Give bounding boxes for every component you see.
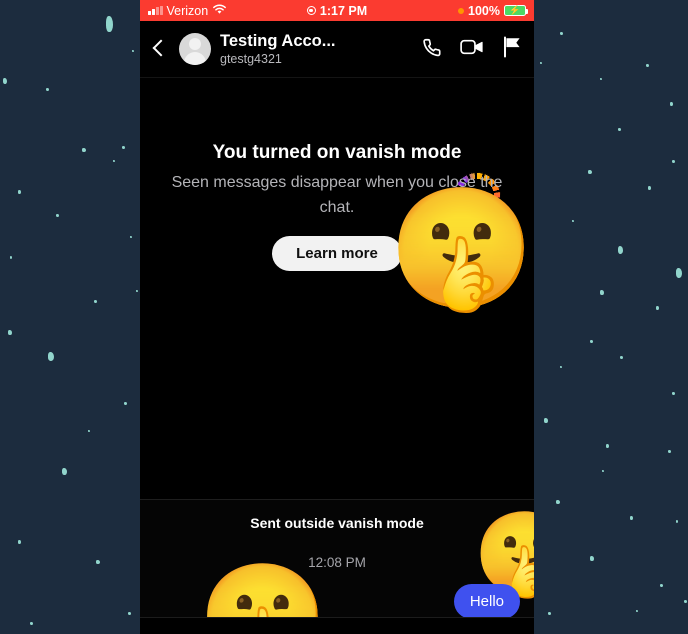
wallpaper-speck [600,78,602,80]
wallpaper-speck [590,340,593,343]
wallpaper-speck [96,560,100,564]
wallpaper-speck [646,64,649,67]
wallpaper-speck [606,444,609,448]
message-bubble-hello[interactable]: Hello [453,584,520,619]
wallpaper-speck [113,160,115,162]
wallpaper-speck [56,214,59,217]
battery-charging-icon: ⚡ [504,5,529,16]
wallpaper-speck [48,352,54,361]
wallpaper-speck [684,600,687,603]
wallpaper-speck [10,256,12,259]
wallpaper-speck [132,50,134,52]
wallpaper-speck [136,290,138,292]
avatar[interactable] [179,33,211,65]
vanish-mode-title: You turned on vanish mode [212,142,462,163]
wallpaper-speck [676,520,678,523]
wallpaper-speck [602,470,604,472]
contact-title: Testing Acco... [220,31,336,50]
contact-username: gtestg4321 [220,51,282,66]
wallpaper-speck [630,516,633,520]
wallpaper-speck [544,418,548,423]
chat-header: Testing Acco... gtestg4321 [140,21,534,78]
status-bar-right: 100% ⚡ [458,3,529,18]
location-services-icon [306,6,316,15]
recording-dot-icon [458,7,465,14]
wallpaper-speck [618,128,621,131]
wallpaper-speck [18,540,21,544]
wallpaper-speck [8,330,12,335]
sent-outside-section: Sent outside vanish mode 12:08 PM 🤫 🤫 He… [140,499,534,634]
wallpaper-speck [88,430,90,432]
wallpaper-speck [556,500,560,504]
wallpaper-speck [670,102,673,106]
wallpaper-speck [672,160,675,163]
video-call-icon[interactable] [460,36,484,63]
wallpaper-speck [560,32,563,35]
wallpaper-speck [560,366,562,368]
wallpaper-speck [18,190,21,194]
learn-more-button[interactable]: Learn more [272,236,402,271]
wallpaper-speck [3,78,7,84]
wallpaper-speck [600,290,604,295]
status-bar: Verizon 1:17 PM 100% ⚡ [140,0,534,21]
wallpaper-speck [82,148,86,152]
status-time: 1:17 PM [319,3,368,18]
shushing-face-emoji-large: 🤫 [388,183,534,315]
wallpaper-speck [106,16,113,32]
flag-icon[interactable] [502,36,522,63]
wallpaper-speck [676,268,682,278]
phone-screen: Verizon 1:17 PM 100% ⚡ Testing Acco... g… [140,0,534,634]
wallpaper-speck [636,610,638,612]
wallpaper-speck [590,556,594,561]
wallpaper-speck [128,612,131,615]
wallpaper-speck [672,392,675,395]
header-actions [420,36,522,63]
battery-percent: 100% [468,3,500,18]
wallpaper-speck [30,622,33,625]
wallpaper-speck [124,402,127,405]
wallpaper-speck [62,468,67,475]
back-chevron-icon[interactable] [148,38,170,60]
wallpaper-speck [668,450,671,453]
wallpaper-speck [660,584,663,587]
phone-call-icon[interactable] [420,36,442,63]
wallpaper-speck [130,236,132,238]
wallpaper-speck [540,62,542,64]
wallpaper-speck [620,356,623,359]
wallpaper-speck [572,220,574,222]
contact-name-block[interactable]: Testing Acco... gtestg4321 [220,32,411,67]
wallpaper-speck [122,146,125,149]
wallpaper-speck [648,186,651,190]
wallpaper-speck [618,246,623,254]
wallpaper-speck [656,306,659,310]
wallpaper-speck [46,88,49,91]
wallpaper-speck [548,612,551,615]
wallpaper-speck [588,170,592,174]
conversation-area: You turned on vanish mode Seen messages … [140,78,534,499]
wallpaper-speck [94,300,97,303]
phone-bottom-bar [140,617,534,634]
